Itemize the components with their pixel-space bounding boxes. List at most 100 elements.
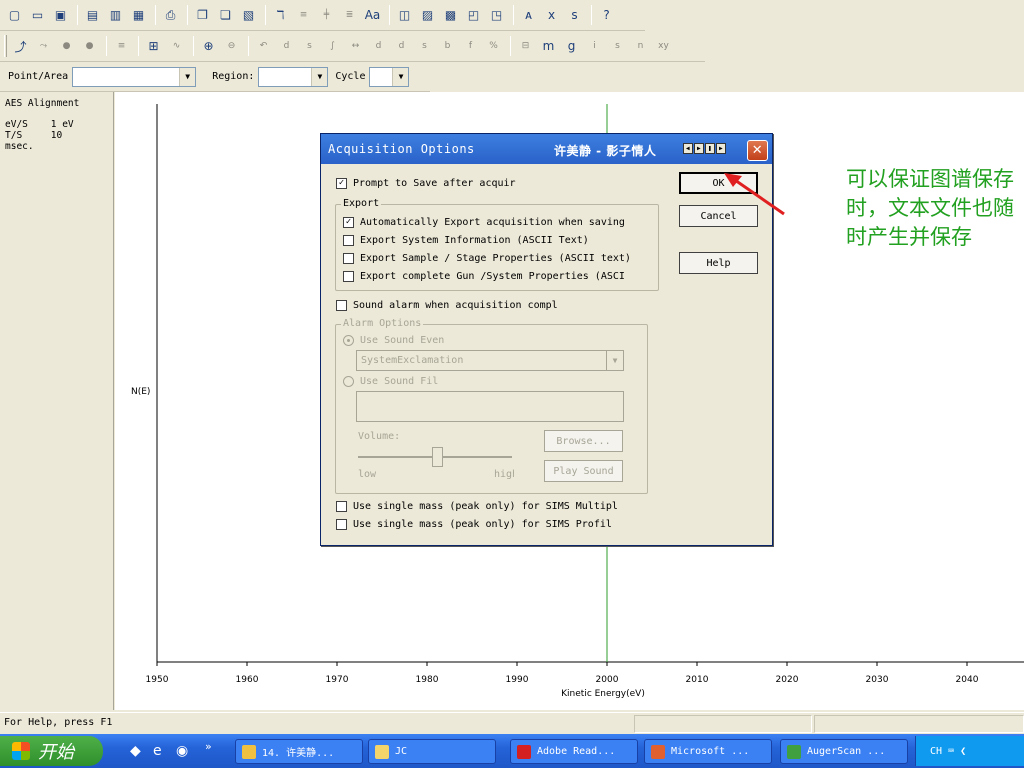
region-list-icon[interactable]: ≡ xyxy=(111,36,132,57)
next-icon[interactable]: ▶ xyxy=(716,143,726,154)
sim-mode-icon[interactable]: s xyxy=(564,5,585,26)
zoom-in-icon[interactable]: ⊕ xyxy=(198,36,219,57)
percent-icon[interactable]: % xyxy=(483,36,504,57)
help-button[interactable]: Help xyxy=(679,252,758,274)
volume-slider[interactable] xyxy=(358,447,512,467)
scan-icon[interactable]: ⤳ xyxy=(33,36,54,57)
tray-expand-icon[interactable]: ❮ xyxy=(960,746,966,757)
toolbar-grip[interactable] xyxy=(4,35,7,57)
use-sound-event-radio[interactable]: Use Sound Even xyxy=(343,335,543,346)
quicklaunch-media-icon[interactable]: ◉ xyxy=(176,743,188,759)
aes-mode-icon[interactable]: ᴀ xyxy=(518,5,539,26)
point-area-select[interactable]: ▼ xyxy=(72,66,197,87)
smooth-icon[interactable]: ∿ xyxy=(166,36,187,57)
subtract-icon[interactable]: s xyxy=(414,36,435,57)
copy-format-icon[interactable]: ❏ xyxy=(215,5,236,26)
use-sound-event-label: Use Sound Even xyxy=(360,335,445,346)
sound-event-select[interactable]: SystemExclamation ▼ xyxy=(356,350,624,371)
undo-icon[interactable]: ↶ xyxy=(253,36,274,57)
prev-icon[interactable]: ◀ xyxy=(683,143,693,154)
save-icon[interactable]: ▣ xyxy=(50,5,71,26)
image-icon[interactable]: ▩ xyxy=(440,5,461,26)
single-mass-profile-checkbox[interactable]: Use single mass (peak only) for SIMS Pro… xyxy=(336,519,636,530)
xps-mode-icon[interactable]: x xyxy=(541,5,562,26)
peak-table-icon[interactable]: ≣ xyxy=(339,5,360,26)
multiply-icon[interactable]: m xyxy=(538,36,559,57)
pause-icon[interactable]: ❚ xyxy=(705,143,715,154)
smooth-data-icon[interactable]: s xyxy=(299,36,320,57)
acquire-icon[interactable]: ⤴ xyxy=(10,36,31,57)
cycle-select[interactable]: ▼ xyxy=(369,66,410,87)
differentiate-icon[interactable]: d xyxy=(276,36,297,57)
graph-icon[interactable]: ◫ xyxy=(394,5,415,26)
peak-marker-icon[interactable]: ╪ xyxy=(316,5,337,26)
gun-icon[interactable]: g xyxy=(561,36,582,57)
depth-icon[interactable]: ◰ xyxy=(463,5,484,26)
taskbar-item[interactable]: 14. 许美静... xyxy=(235,739,363,764)
scale-icon[interactable]: ⊞ xyxy=(143,36,164,57)
chevron-down-icon[interactable]: ▼ xyxy=(179,67,196,86)
ion-icon[interactable]: i xyxy=(584,36,605,57)
use-sound-file-radio[interactable]: Use Sound Fil xyxy=(343,376,543,387)
background-icon[interactable]: b xyxy=(437,36,458,57)
save-as-icon[interactable]: ▦ xyxy=(128,5,149,26)
quicklaunch-desktop-icon[interactable]: ◆ xyxy=(130,743,141,759)
language-indicator[interactable]: CH xyxy=(930,746,942,757)
font-icon[interactable]: Aa xyxy=(362,5,383,26)
browse-button[interactable]: Browse... xyxy=(544,430,623,452)
selection-toolbar: Point/Area ▼ Region: ▼ Cycle ▼ xyxy=(0,62,430,92)
gun-on-icon[interactable]: ● xyxy=(56,36,77,57)
copy-icon[interactable]: ❐ xyxy=(192,5,213,26)
export-system-checkbox[interactable]: Export System Information (ASCII Text) xyxy=(343,235,653,246)
separator xyxy=(513,5,514,25)
close-icon[interactable]: ✕ xyxy=(747,140,768,161)
calc-icon[interactable]: ⊟ xyxy=(515,36,536,57)
quicklaunch-more-icon[interactable]: » xyxy=(205,740,212,753)
play-sound-button[interactable]: Play Sound xyxy=(544,460,623,482)
print-icon[interactable]: ⎙ xyxy=(160,5,181,26)
deconvolve-icon[interactable]: d xyxy=(368,36,389,57)
volume-thumb[interactable] xyxy=(432,447,443,467)
window-icon[interactable]: ◳ xyxy=(486,5,507,26)
peak-label-icon[interactable]: ℸ xyxy=(270,5,291,26)
export-gun-checkbox[interactable]: Export complete Gun /System Properties (… xyxy=(343,271,653,282)
taskbar-item[interactable]: JC xyxy=(368,739,496,764)
peak-list-icon[interactable]: ≡ xyxy=(293,5,314,26)
shift-icon[interactable]: ↔ xyxy=(345,36,366,57)
save-data-icon[interactable]: ▥ xyxy=(105,5,126,26)
prompt-save-checkbox[interactable]: ✓ Prompt to Save after acquir xyxy=(336,178,666,189)
taskbar-item[interactable]: Microsoft ... xyxy=(644,739,772,764)
help-icon[interactable]: ? xyxy=(596,5,617,26)
sound-event-value: SystemExclamation xyxy=(361,355,464,366)
dialog-titlebar[interactable]: Acquisition Options 许美静 - 影子情人 ◀ ▶ ❚ ▶ ✕ xyxy=(321,134,772,164)
neutral-icon[interactable]: n xyxy=(630,36,651,57)
open-folder-icon[interactable]: ▭ xyxy=(27,5,48,26)
paste-icon[interactable]: ▧ xyxy=(238,5,259,26)
start-button[interactable]: 开始 xyxy=(0,736,103,766)
chevron-down-icon[interactable]: ▼ xyxy=(311,67,328,86)
decompose-icon[interactable]: d xyxy=(391,36,412,57)
fit-icon[interactable]: f xyxy=(460,36,481,57)
single-mass-profile-label: Use single mass (peak only) for SIMS Pro… xyxy=(353,519,612,530)
new-file-icon[interactable]: ▢ xyxy=(4,5,25,26)
auto-export-checkbox[interactable]: ✓ Automatically Export acquisition when s… xyxy=(343,217,653,228)
taskbar-item[interactable]: AugerScan ... xyxy=(780,739,908,764)
quicklaunch-ie-icon[interactable]: e xyxy=(153,743,162,759)
play-icon[interactable]: ▶ xyxy=(694,143,704,154)
taskbar-item[interactable]: Adobe Read... xyxy=(510,739,638,764)
keyboard-icon[interactable]: ⌨ xyxy=(948,746,954,757)
overlay-icon[interactable]: ▨ xyxy=(417,5,438,26)
xy-icon[interactable]: xy xyxy=(653,36,674,57)
gun-off-icon[interactable]: ● xyxy=(79,36,100,57)
sound-alarm-checkbox[interactable]: Sound alarm when acquisition compl xyxy=(336,300,586,311)
export-sample-checkbox[interactable]: Export Sample / Stage Properties (ASCII … xyxy=(343,253,653,264)
zoom-out-icon[interactable]: ⊖ xyxy=(221,36,242,57)
chevron-down-icon[interactable]: ▼ xyxy=(392,67,409,86)
integrate-icon[interactable]: ∫ xyxy=(322,36,343,57)
chevron-down-icon[interactable]: ▼ xyxy=(606,351,623,370)
single-mass-multiplex-checkbox[interactable]: Use single mass (peak only) for SIMS Mul… xyxy=(336,501,636,512)
open-data-icon[interactable]: ▤ xyxy=(82,5,103,26)
region-select[interactable]: ▼ xyxy=(258,66,329,87)
stage-icon[interactable]: s xyxy=(607,36,628,57)
sound-file-input[interactable] xyxy=(356,391,624,422)
